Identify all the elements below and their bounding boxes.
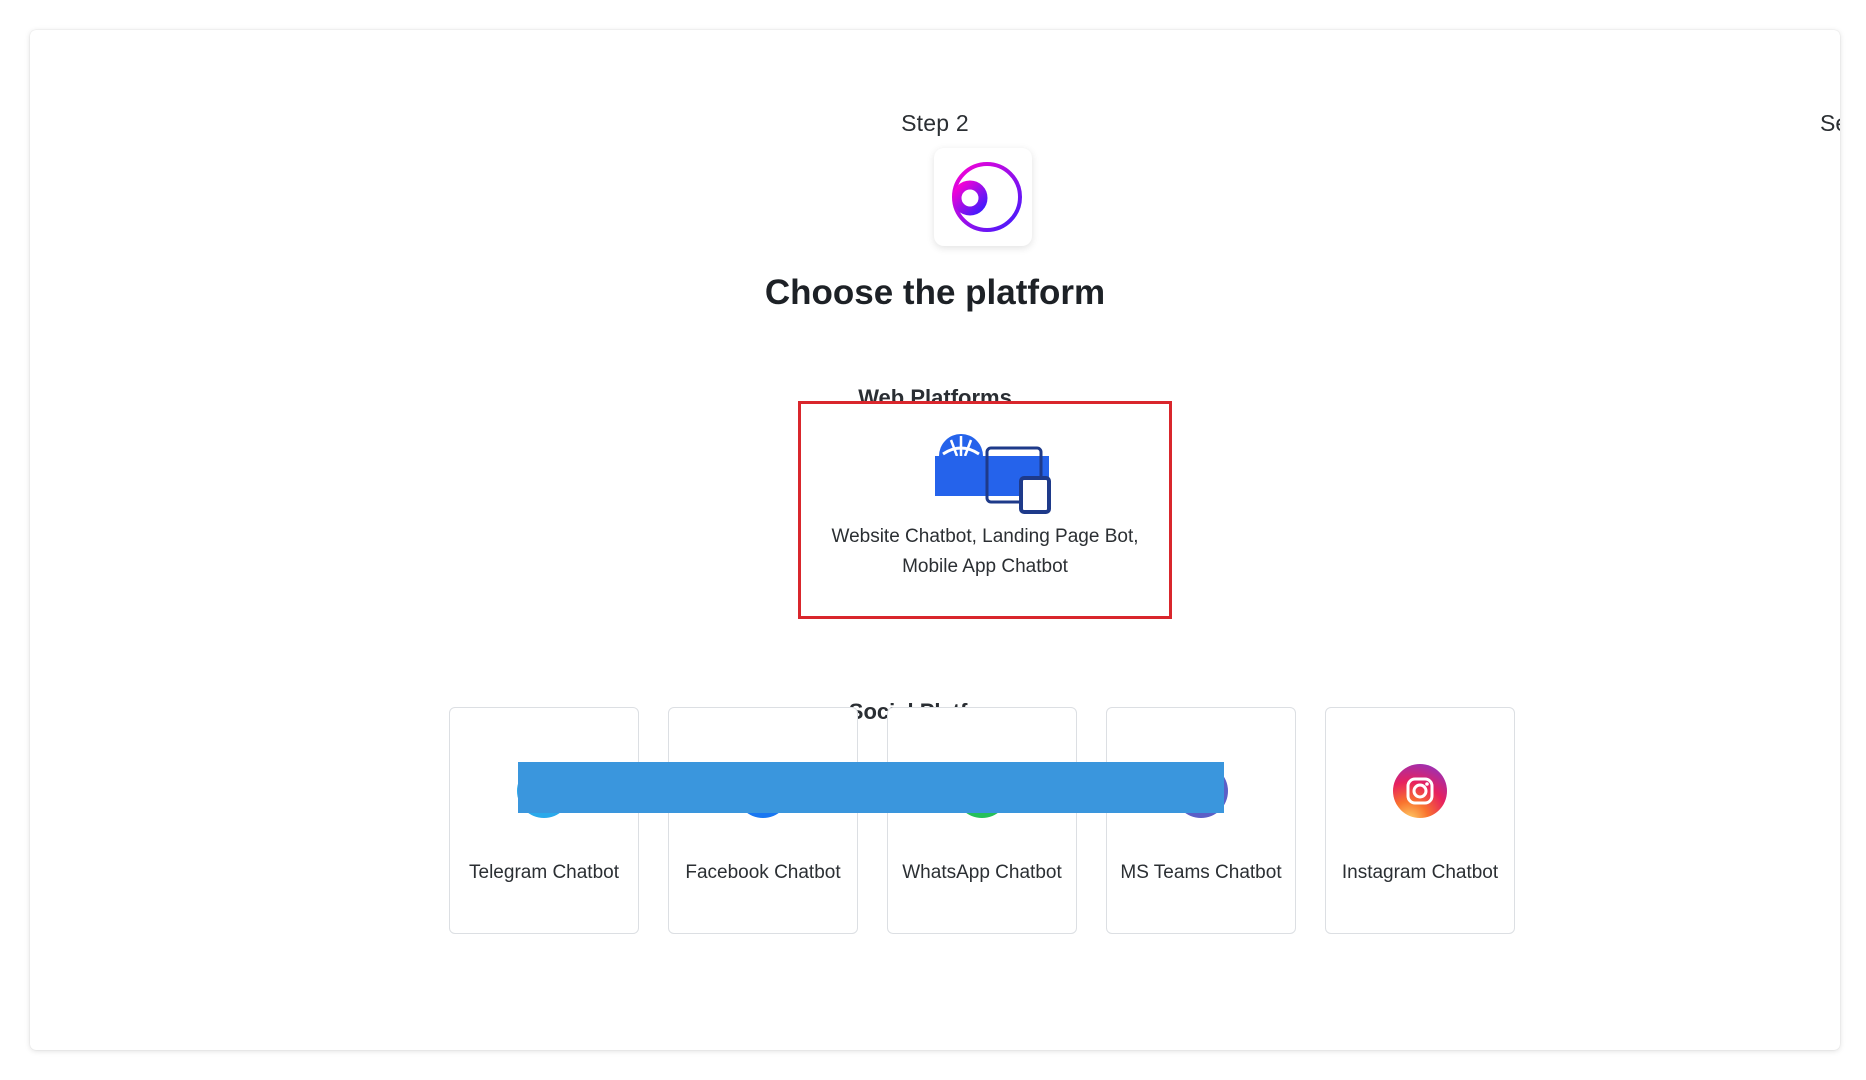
page: Step 2 Se Choose the platform Web Platfo… bbox=[0, 0, 1866, 1080]
telegram-card[interactable]: Telegram Chatbot bbox=[449, 707, 639, 934]
next-step-label: Se bbox=[1820, 110, 1840, 136]
instagram-label: Instagram Chatbot bbox=[1341, 862, 1499, 883]
whatsapp-label: WhatsApp Chatbot bbox=[902, 862, 1062, 883]
whatsapp-card[interactable]: WhatsApp Chatbot bbox=[887, 707, 1077, 934]
wizard-card: Step 2 Se Choose the platform Web Platfo… bbox=[30, 30, 1840, 1050]
ms-teams-card[interactable]: MS Teams Chatbot bbox=[1106, 707, 1296, 934]
step-label: Step 2 bbox=[901, 110, 969, 136]
web-platform-line-2: Mobile App Chatbot bbox=[902, 556, 1068, 577]
social-platforms-list: Telegram Chatbot Facebook Chatbot WhatsA… bbox=[449, 707, 1515, 934]
web-platform-line-1: Website Chatbot, Landing Page Bot, bbox=[831, 526, 1139, 547]
web-platform-description: Website Chatbot, Landing Page Bot, Mobil… bbox=[801, 522, 1169, 582]
facebook-label: Facebook Chatbot bbox=[685, 862, 841, 883]
page-title: Choose the platform bbox=[764, 273, 1106, 312]
redaction-overlay bbox=[518, 762, 1224, 813]
telegram-label: Telegram Chatbot bbox=[469, 862, 619, 883]
web-platform-card[interactable]: Website Chatbot, Landing Page Bot, Mobil… bbox=[798, 401, 1172, 619]
brand-logo bbox=[934, 148, 1032, 246]
instagram-icon bbox=[1393, 764, 1447, 818]
brand-logo-icon bbox=[952, 162, 1022, 232]
ms-teams-label: MS Teams Chatbot bbox=[1120, 862, 1282, 883]
globe-devices-icon bbox=[935, 434, 1051, 514]
facebook-card[interactable]: Facebook Chatbot bbox=[668, 707, 858, 934]
instagram-card[interactable]: Instagram Chatbot bbox=[1325, 707, 1515, 934]
